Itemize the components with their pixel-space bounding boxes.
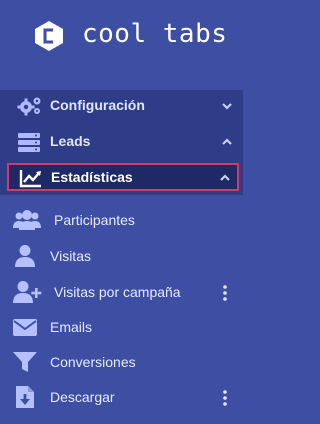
submenu-item-visitas-por-campana[interactable]: Visitas por campaña <box>0 275 243 309</box>
chevron-down-icon[interactable] <box>221 100 233 112</box>
nav-item-label: Estadísticas <box>51 169 133 185</box>
submenu-item-descargar[interactable]: Descargar <box>0 380 243 414</box>
chevron-up-icon[interactable] <box>219 172 231 184</box>
users-icon <box>12 208 42 232</box>
user-plus-icon <box>12 280 42 304</box>
nav-item-label: Configuración <box>50 97 145 113</box>
server-icon <box>17 132 43 152</box>
more-options-icon[interactable] <box>222 390 228 406</box>
file-download-icon <box>12 385 42 409</box>
chevron-up-icon[interactable] <box>221 136 233 148</box>
chart-line-icon <box>19 168 45 188</box>
submenu-item-visitas[interactable]: Visitas <box>0 239 243 273</box>
submenu-item-label: Visitas por campaña <box>54 284 181 300</box>
more-options-icon[interactable] <box>222 285 228 301</box>
user-icon <box>12 244 42 268</box>
submenu-item-label: Participantes <box>54 212 135 228</box>
nav-item-label: Leads <box>50 133 91 149</box>
filter-icon <box>12 350 42 374</box>
submenu-item-label: Descargar <box>50 389 115 405</box>
gears-icon <box>17 96 43 116</box>
submenu-item-conversiones[interactable]: Conversiones <box>0 345 243 379</box>
coolttabs-logo-icon[interactable] <box>34 20 64 52</box>
submenu-item-label: Conversiones <box>50 354 136 370</box>
submenu-item-emails[interactable]: Emails <box>0 310 243 344</box>
brand-name: cool tabs <box>82 19 228 49</box>
brand-header: cool tabs <box>0 0 243 90</box>
submenu-item-label: Emails <box>50 319 93 335</box>
envelope-icon <box>12 315 42 339</box>
nav-item-configuracion[interactable]: Configuración <box>0 90 243 122</box>
nav-item-leads[interactable]: Leads <box>0 126 243 158</box>
nav-item-estadisticas[interactable]: Estadísticas <box>7 163 239 191</box>
submenu-item-participantes[interactable]: Participantes <box>0 203 243 237</box>
submenu-item-label: Visitas <box>50 248 91 264</box>
